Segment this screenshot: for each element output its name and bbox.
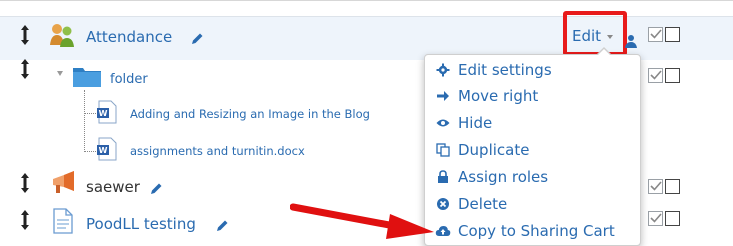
menu-item-label: Move right — [458, 87, 539, 105]
checked-grey-icon — [648, 27, 663, 42]
menu-item-hide[interactable]: Hide — [434, 111, 639, 135]
menu-item-label: Hide — [458, 114, 493, 132]
menu-item-label: Duplicate — [458, 141, 530, 159]
menu-item-label: Delete — [458, 195, 508, 213]
move-handle-icon[interactable] — [19, 172, 31, 194]
visibility-checkboxes — [648, 210, 682, 228]
menu-item-label: Assign roles — [458, 168, 549, 186]
menu-item-label: Edit settings — [458, 61, 552, 79]
svg-text:W: W — [99, 109, 108, 118]
person-icon[interactable] — [625, 33, 637, 48]
svg-text:W: W — [99, 146, 108, 155]
menu-item-copy-to-sharing-cart[interactable]: Copy to Sharing Cart — [434, 219, 639, 243]
tree-connector — [84, 113, 96, 114]
select-checkbox[interactable] — [665, 27, 680, 42]
word-doc-icon: W — [96, 137, 118, 161]
menu-pointer — [598, 49, 610, 55]
file-link[interactable]: assignments and turnitin.docx — [130, 144, 305, 158]
cloud-upload-icon — [434, 223, 452, 239]
menu-item-edit-settings[interactable]: Edit settings — [434, 58, 639, 82]
gear-icon — [434, 62, 452, 78]
menu-item-delete[interactable]: Delete — [434, 192, 639, 216]
pencil-icon[interactable] — [190, 31, 204, 45]
activity-link-folder[interactable]: folder — [110, 72, 148, 87]
visibility-checkboxes — [648, 26, 682, 44]
attendance-icon — [48, 21, 76, 49]
annotation-arrow-icon — [289, 202, 436, 242]
pencil-icon[interactable] — [215, 218, 229, 232]
activity-link-poodll-testing[interactable]: PoodLL testing — [86, 215, 196, 233]
tree-connector — [84, 90, 85, 152]
duplicate-icon — [434, 142, 452, 158]
arrow-right-icon — [434, 88, 452, 104]
megaphone-icon — [50, 170, 80, 196]
menu-item-assign-roles[interactable]: Assign roles — [434, 165, 639, 189]
file-link[interactable]: Adding and Resizing an Image in the Blog — [130, 107, 370, 121]
eye-icon — [434, 115, 452, 131]
word-doc-icon: W — [96, 100, 118, 124]
menu-item-label: Copy to Sharing Cart — [458, 222, 615, 240]
select-checkbox[interactable] — [665, 211, 680, 226]
chevron-down-icon — [607, 35, 613, 39]
lock-icon — [434, 169, 452, 185]
tree-connector — [84, 151, 96, 152]
edit-menu-trigger[interactable]: Edit — [572, 27, 601, 45]
folder-icon — [72, 64, 102, 88]
activity-link-saewer[interactable]: saewer — [86, 178, 140, 196]
visibility-checkboxes — [648, 67, 682, 85]
activity-link-attendance[interactable]: Attendance — [86, 28, 172, 46]
move-handle-icon[interactable] — [19, 24, 31, 46]
visibility-checkboxes — [648, 178, 682, 196]
select-checkbox[interactable] — [665, 179, 680, 194]
course-section: Attendance Edit folder W Adding and Resi… — [0, 0, 733, 246]
pencil-icon[interactable] — [149, 181, 163, 195]
move-handle-icon[interactable] — [19, 209, 31, 231]
checked-grey-icon — [648, 179, 663, 194]
move-handle-icon[interactable] — [19, 58, 31, 80]
expand-caret-icon[interactable] — [57, 71, 63, 76]
menu-item-move-right[interactable]: Move right — [434, 84, 639, 108]
select-checkbox[interactable] — [665, 68, 680, 83]
delete-icon — [434, 196, 452, 212]
checked-grey-icon — [648, 211, 663, 226]
menu-item-duplicate[interactable]: Duplicate — [434, 138, 639, 162]
section-divider — [0, 0, 733, 1]
page-icon — [52, 208, 74, 234]
checked-grey-icon — [648, 68, 663, 83]
